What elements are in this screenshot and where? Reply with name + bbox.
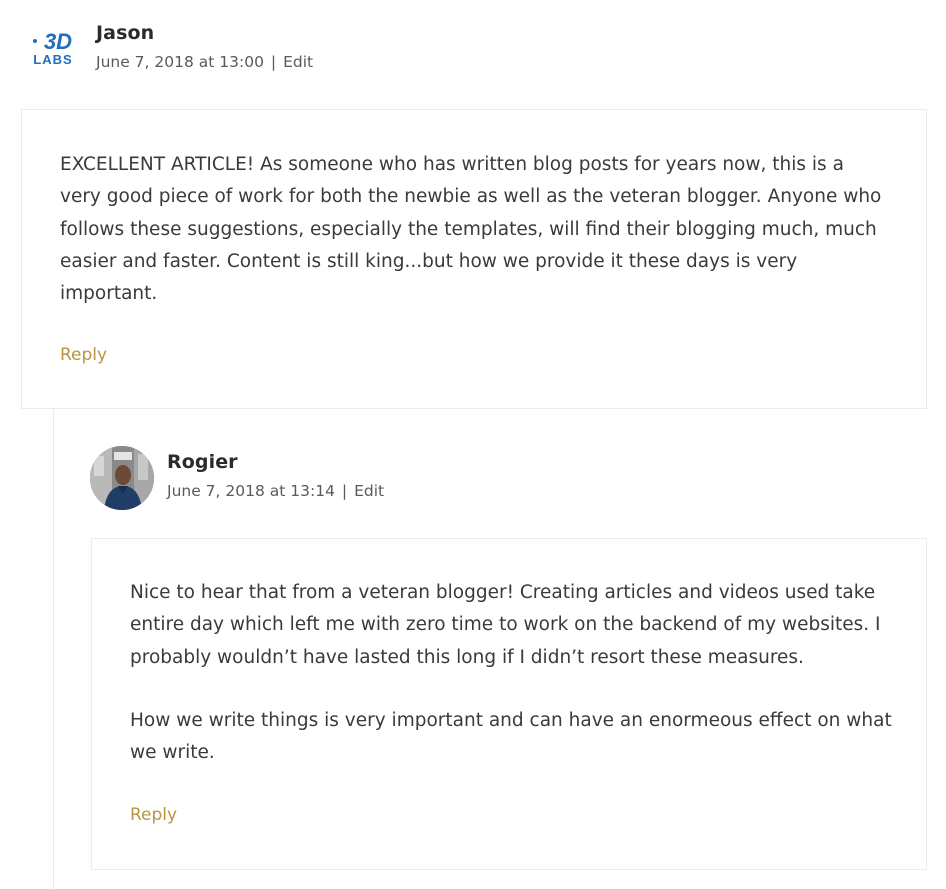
comment-meta: June 7, 2018 at 13:14 | Edit (167, 482, 384, 500)
avatar[interactable] (90, 446, 154, 510)
reply-link[interactable]: Reply (130, 805, 177, 825)
comment-body: Nice to hear that from a veteran blogger… (91, 538, 927, 870)
meta-separator: | (270, 53, 277, 71)
reply-link[interactable]: Reply (60, 345, 107, 365)
3d-labs-logo-icon: 3D LABS (33, 29, 72, 67)
author-name[interactable]: Rogier (167, 451, 238, 473)
comment-text: Nice to hear that from a veteran blogger… (130, 582, 881, 668)
comment-text: EXCELLENT ARTICLE! As someone who has wr… (60, 154, 882, 305)
comment-date[interactable]: June 7, 2018 at 13:00 (96, 53, 264, 71)
edit-link[interactable]: Edit (354, 482, 384, 500)
comment-date[interactable]: June 7, 2018 at 13:14 (167, 482, 335, 500)
comment-text: How we write things is very important an… (130, 710, 892, 764)
meta-separator: | (341, 482, 348, 500)
avatar[interactable]: 3D LABS (20, 19, 84, 83)
thread-indent-line (53, 409, 54, 889)
logo-text-bottom: LABS (33, 52, 72, 67)
author-name[interactable]: Jason (96, 22, 154, 44)
comment-body: EXCELLENT ARTICLE! As someone who has wr… (21, 109, 927, 409)
logo-text-top: 3D (44, 29, 72, 54)
user-photo-icon (90, 446, 154, 510)
edit-link[interactable]: Edit (283, 53, 313, 71)
comment-meta: June 7, 2018 at 13:00 | Edit (96, 53, 313, 71)
